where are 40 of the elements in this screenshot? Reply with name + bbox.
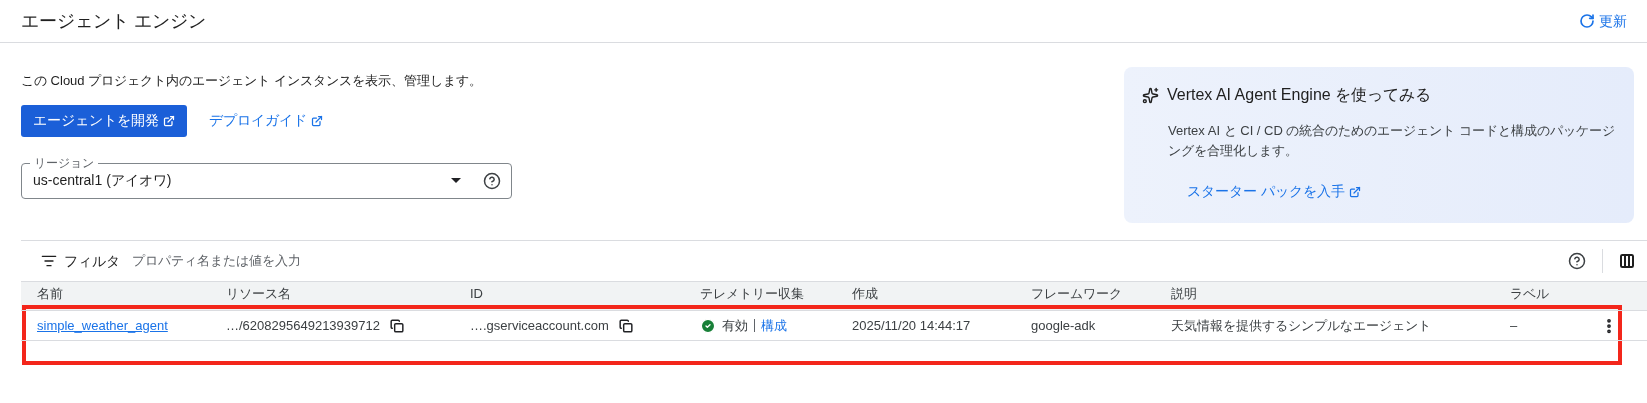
table-cell: google-adk <box>1031 317 1096 333</box>
dropdown-arrow-icon <box>451 178 461 183</box>
column-header[interactable]: 作成 <box>852 286 878 301</box>
help-icon[interactable] <box>483 171 501 190</box>
develop-agent-button[interactable]: エージェントを開発 <box>21 104 187 137</box>
table-cell: – <box>1510 317 1518 333</box>
filter-icon <box>41 253 57 269</box>
refresh-button[interactable]: 更新 <box>1579 10 1627 32</box>
promo-title: Vertex AI Agent Engine を使ってみる <box>1167 85 1432 105</box>
region-value: us-central1 (アイオワ) <box>33 171 173 190</box>
agent-name-link[interactable]: simple_weather_agent <box>37 317 168 333</box>
table-cell: 天気情報を提供するシンプルなエージェント <box>1171 317 1431 333</box>
page-title: エージェント エンジン <box>21 9 206 33</box>
column-display-icon[interactable] <box>1619 253 1635 269</box>
sparkle-icon <box>1142 86 1159 104</box>
column-header[interactable]: リソース名 <box>226 286 291 301</box>
page-description: この Cloud プロジェクト内のエージェント インスタンスを表示、管理します。 <box>21 72 483 90</box>
refresh-icon <box>1579 13 1595 29</box>
column-header[interactable]: テレメトリー収集 <box>700 286 804 301</box>
copy-icon[interactable] <box>618 318 633 333</box>
external-link-icon <box>163 114 175 127</box>
config-link[interactable]: 構成 <box>761 315 787 336</box>
column-header[interactable]: ラベル <box>1510 286 1549 301</box>
promo-text: Vertex AI と CI / CD の統合のためのエージェント コードと構成のパッケージングを合理化します。 <box>1168 122 1617 160</box>
help-icon[interactable] <box>1568 252 1586 270</box>
column-header[interactable]: 名前 <box>37 286 63 301</box>
external-link-icon <box>311 114 323 127</box>
column-header[interactable]: ID <box>470 286 483 301</box>
filter-label: フィルタ <box>64 251 120 271</box>
copy-icon[interactable] <box>390 318 404 333</box>
column-header[interactable]: フレームワーク <box>1031 286 1122 301</box>
deploy-guide-link[interactable]: デプロイガイド <box>209 110 323 131</box>
status-text: 有効 <box>722 316 748 335</box>
external-link-icon <box>1348 185 1361 198</box>
filter-field[interactable]: プロパティ名または値を入力 <box>132 251 1568 271</box>
column-header[interactable]: 説明 <box>1171 286 1197 301</box>
starter-pack-link[interactable]: スターター パックを入手 <box>1187 181 1361 202</box>
table-cell-text: …/6208295649213939712 <box>226 316 380 335</box>
table-cell: 2025/11/20 14:44:17 <box>852 317 971 333</box>
table-cell-text: ….gserviceaccount.com <box>470 316 609 335</box>
